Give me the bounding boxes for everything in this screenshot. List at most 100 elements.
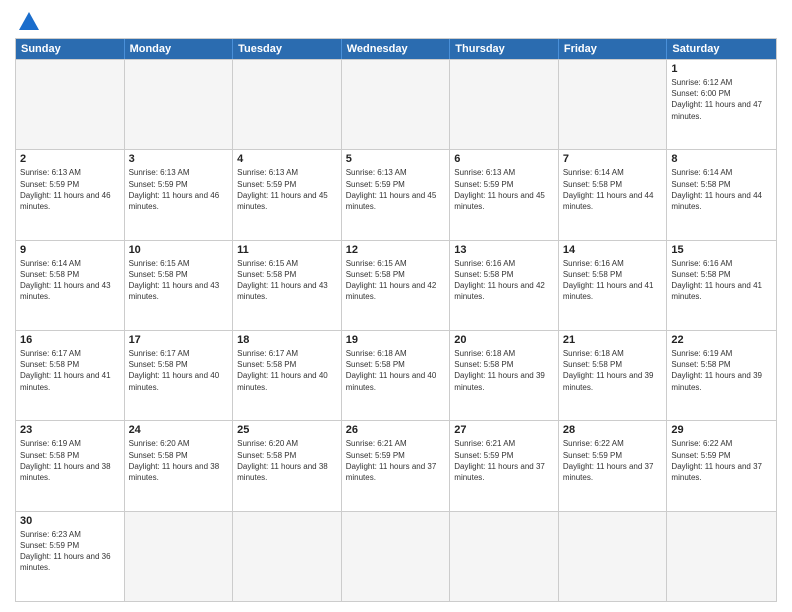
day-number: 19 xyxy=(346,334,446,346)
day-info: Sunrise: 6:21 AMSunset: 5:59 PMDaylight:… xyxy=(454,438,554,483)
calendar-cell: 20 Sunrise: 6:18 AMSunset: 5:58 PMDayligh… xyxy=(450,331,559,420)
day-info: Sunrise: 6:16 AMSunset: 5:58 PMDaylight:… xyxy=(454,258,554,303)
calendar-cell: 19 Sunrise: 6:18 AMSunset: 5:58 PMDayligh… xyxy=(342,331,451,420)
logo-area xyxy=(15,10,41,30)
day-info: Sunrise: 6:13 AMSunset: 5:59 PMDaylight:… xyxy=(20,167,120,212)
calendar-cell: 27Sunrise: 6:21 AMSunset: 5:59 PMDayligh… xyxy=(450,421,559,510)
calendar: SundayMondayTuesdayWednesdayThursdayFrid… xyxy=(15,38,777,602)
day-number: 26 xyxy=(346,424,446,436)
day-info: Sunrise: 6:19 AMSunset: 5:58 PMDaylight:… xyxy=(20,438,120,483)
calendar-body: 1Sunrise: 6:12 AMSunset: 6:00 PMDaylight… xyxy=(16,59,776,601)
calendar-cell xyxy=(667,512,776,601)
day-number: 15 xyxy=(671,244,772,256)
day-info: Sunrise: 6:15 AMSunset: 5:58 PMDaylight:… xyxy=(237,258,337,303)
calendar-cell: 8 Sunrise: 6:14 AMSunset: 5:58 PMDaylight… xyxy=(667,150,776,239)
calendar-cell xyxy=(125,60,234,149)
calendar-row: 2 Sunrise: 6:13 AMSunset: 5:59 PMDaylight… xyxy=(16,149,776,239)
cal-header-cell: Wednesday xyxy=(342,39,451,59)
day-number: 4 xyxy=(237,153,337,165)
cal-header-cell: Friday xyxy=(559,39,668,59)
day-info: Sunrise: 6:18 AMSunset: 5:58 PMDaylight:… xyxy=(454,348,554,393)
calendar-cell: 1Sunrise: 6:12 AMSunset: 6:00 PMDaylight… xyxy=(667,60,776,149)
calendar-cell xyxy=(559,512,668,601)
calendar-cell: 7 Sunrise: 6:14 AMSunset: 5:58 PMDaylight… xyxy=(559,150,668,239)
calendar-cell: 15 Sunrise: 6:16 AMSunset: 5:58 PMDayligh… xyxy=(667,241,776,330)
calendar-cell: 4 Sunrise: 6:13 AMSunset: 5:59 PMDaylight… xyxy=(233,150,342,239)
day-number: 17 xyxy=(129,334,229,346)
day-info: Sunrise: 6:14 AMSunset: 5:58 PMDaylight:… xyxy=(671,167,772,212)
day-number: 16 xyxy=(20,334,120,346)
day-number: 29 xyxy=(671,424,772,436)
day-number: 18 xyxy=(237,334,337,346)
calendar-cell: 23Sunrise: 6:19 AMSunset: 5:58 PMDayligh… xyxy=(16,421,125,510)
cal-header-cell: Saturday xyxy=(667,39,776,59)
cal-header-cell: Sunday xyxy=(16,39,125,59)
day-info: Sunrise: 6:13 AMSunset: 5:59 PMDaylight:… xyxy=(454,167,554,212)
calendar-row: 30 Sunrise: 6:23 AMSunset: 5:59 PMDayligh… xyxy=(16,511,776,601)
calendar-cell: 21Sunrise: 6:18 AMSunset: 5:58 PMDayligh… xyxy=(559,331,668,420)
day-info: Sunrise: 6:15 AMSunset: 5:58 PMDaylight:… xyxy=(346,258,446,303)
day-info: Sunrise: 6:23 AMSunset: 5:59 PMDaylight:… xyxy=(20,529,120,574)
day-info: Sunrise: 6:16 AMSunset: 5:58 PMDaylight:… xyxy=(563,258,663,303)
day-info: Sunrise: 6:14 AMSunset: 5:58 PMDaylight:… xyxy=(563,167,663,212)
day-number: 22 xyxy=(671,334,772,346)
calendar-cell: 12 Sunrise: 6:15 AMSunset: 5:58 PMDayligh… xyxy=(342,241,451,330)
calendar-cell xyxy=(342,512,451,601)
calendar-cell: 3Sunrise: 6:13 AMSunset: 5:59 PMDaylight… xyxy=(125,150,234,239)
day-number: 11 xyxy=(237,244,337,256)
calendar-row: 16 Sunrise: 6:17 AMSunset: 5:58 PMDayligh… xyxy=(16,330,776,420)
day-number: 9 xyxy=(20,244,120,256)
cal-header-cell: Thursday xyxy=(450,39,559,59)
day-number: 8 xyxy=(671,153,772,165)
calendar-cell xyxy=(450,60,559,149)
day-info: Sunrise: 6:18 AMSunset: 5:58 PMDaylight:… xyxy=(346,348,446,393)
day-number: 7 xyxy=(563,153,663,165)
calendar-cell xyxy=(559,60,668,149)
day-info: Sunrise: 6:17 AMSunset: 5:58 PMDaylight:… xyxy=(20,348,120,393)
calendar-cell: 11 Sunrise: 6:15 AMSunset: 5:58 PMDayligh… xyxy=(233,241,342,330)
day-info: Sunrise: 6:16 AMSunset: 5:58 PMDaylight:… xyxy=(671,258,772,303)
day-info: Sunrise: 6:20 AMSunset: 5:58 PMDaylight:… xyxy=(237,438,337,483)
calendar-cell: 5 Sunrise: 6:13 AMSunset: 5:59 PMDaylight… xyxy=(342,150,451,239)
day-info: Sunrise: 6:13 AMSunset: 5:59 PMDaylight:… xyxy=(129,167,229,212)
day-info: Sunrise: 6:22 AMSunset: 5:59 PMDaylight:… xyxy=(563,438,663,483)
calendar-cell: 2 Sunrise: 6:13 AMSunset: 5:59 PMDaylight… xyxy=(16,150,125,239)
calendar-cell: 22 Sunrise: 6:19 AMSunset: 5:58 PMDayligh… xyxy=(667,331,776,420)
day-number: 25 xyxy=(237,424,337,436)
calendar-row: 1Sunrise: 6:12 AMSunset: 6:00 PMDaylight… xyxy=(16,59,776,149)
day-number: 20 xyxy=(454,334,554,346)
day-info: Sunrise: 6:21 AMSunset: 5:59 PMDaylight:… xyxy=(346,438,446,483)
calendar-cell: 17Sunrise: 6:17 AMSunset: 5:58 PMDayligh… xyxy=(125,331,234,420)
day-info: Sunrise: 6:14 AMSunset: 5:58 PMDaylight:… xyxy=(20,258,120,303)
calendar-cell xyxy=(342,60,451,149)
day-number: 5 xyxy=(346,153,446,165)
cal-header-cell: Monday xyxy=(125,39,234,59)
calendar-cell: 6 Sunrise: 6:13 AMSunset: 5:59 PMDaylight… xyxy=(450,150,559,239)
calendar-cell: 16 Sunrise: 6:17 AMSunset: 5:58 PMDayligh… xyxy=(16,331,125,420)
day-info: Sunrise: 6:17 AMSunset: 5:58 PMDaylight:… xyxy=(237,348,337,393)
day-info: Sunrise: 6:13 AMSunset: 5:59 PMDaylight:… xyxy=(237,167,337,212)
logo xyxy=(15,10,41,34)
day-number: 10 xyxy=(129,244,229,256)
calendar-cell xyxy=(450,512,559,601)
day-number: 30 xyxy=(20,515,120,527)
day-number: 21 xyxy=(563,334,663,346)
calendar-cell: 10 Sunrise: 6:15 AMSunset: 5:58 PMDayligh… xyxy=(125,241,234,330)
day-info: Sunrise: 6:19 AMSunset: 5:58 PMDaylight:… xyxy=(671,348,772,393)
day-number: 2 xyxy=(20,153,120,165)
day-info: Sunrise: 6:20 AMSunset: 5:58 PMDaylight:… xyxy=(129,438,229,483)
day-number: 6 xyxy=(454,153,554,165)
day-info: Sunrise: 6:13 AMSunset: 5:59 PMDaylight:… xyxy=(346,167,446,212)
calendar-row: 9 Sunrise: 6:14 AMSunset: 5:58 PMDaylight… xyxy=(16,240,776,330)
day-info: Sunrise: 6:15 AMSunset: 5:58 PMDaylight:… xyxy=(129,258,229,303)
day-number: 1 xyxy=(671,63,772,75)
calendar-cell: 18 Sunrise: 6:17 AMSunset: 5:58 PMDayligh… xyxy=(233,331,342,420)
day-number: 14 xyxy=(563,244,663,256)
day-number: 12 xyxy=(346,244,446,256)
day-number: 28 xyxy=(563,424,663,436)
calendar-cell xyxy=(233,60,342,149)
cal-header-cell: Tuesday xyxy=(233,39,342,59)
calendar-cell: 13Sunrise: 6:16 AMSunset: 5:58 PMDayligh… xyxy=(450,241,559,330)
calendar-cell: 9 Sunrise: 6:14 AMSunset: 5:58 PMDaylight… xyxy=(16,241,125,330)
header xyxy=(15,10,777,30)
